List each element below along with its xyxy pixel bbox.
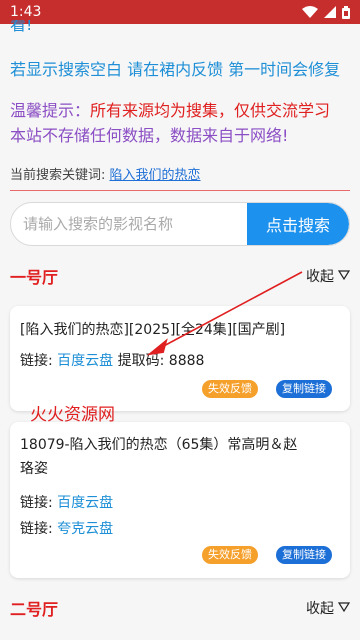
wifi-icon <box>302 6 318 18</box>
triangle-down-icon <box>337 600 351 616</box>
tip-line2: 本站不存储任何数据，数据来自于网络! <box>10 126 289 145</box>
status-time: 1:43 <box>10 4 42 20</box>
divider <box>10 190 350 191</box>
tip-red-text: 所有来源均为搜集，仅供交流学习 <box>90 101 331 120</box>
collapse-button[interactable]: 收起 <box>306 598 351 618</box>
result-card: [陷入我们的热恋][2025][全24集][国产剧] 链接: 百度云盘 提取码:… <box>10 306 350 411</box>
triangle-down-icon <box>337 268 351 284</box>
link-label: 链接: <box>20 521 58 537</box>
link-row: 链接: 百度云盘 提取码: 8888 <box>20 350 204 370</box>
link-label: 链接: <box>20 353 58 369</box>
collapse-label: 收起 <box>306 601 334 617</box>
link-label: 链接: <box>20 495 58 511</box>
tip-label: 温馨提示： <box>10 101 91 120</box>
keyword-line: 当前搜索关键词: 陷入我们的热恋 <box>10 164 201 183</box>
result-title-line2: 珞姿 <box>20 461 48 477</box>
copy-link-button[interactable]: 复制链接 <box>276 546 332 564</box>
hall-title: 一号厅 <box>10 268 59 287</box>
feedback-button[interactable]: 失效反馈 <box>202 546 258 564</box>
baidu-link[interactable]: 百度云盘 <box>57 495 113 511</box>
result-card: 18079-陷入我们的热恋（65集）常高明＆赵 珞姿 链接: 百度云盘 链接: … <box>10 422 350 578</box>
extract-code: 提取码: 8888 <box>113 353 205 369</box>
status-bar: 1:43 <box>0 0 360 24</box>
keyword-label: 当前搜索关键词: <box>10 168 110 183</box>
keyword-link[interactable]: 陷入我们的热恋 <box>110 168 201 183</box>
search-box: 点击搜索 <box>10 202 350 246</box>
collapse-label: 收起 <box>306 269 334 285</box>
hall-header-1: 一号厅 收起 <box>10 265 351 287</box>
collapse-button[interactable]: 收起 <box>306 266 351 286</box>
signal-icon <box>324 6 336 18</box>
notice-text: 若显示搜索空白 请在裙内反馈 第一时间会修复 <box>10 60 341 79</box>
link-row: 链接: 百度云盘 <box>20 492 113 512</box>
status-icons <box>302 5 350 19</box>
result-title: [陷入我们的热恋][2025][全24集][国产剧] <box>20 322 286 338</box>
link-row: 链接: 夸克云盘 <box>20 518 113 538</box>
hall-header-2: 二号厅 收起 <box>10 597 351 619</box>
quark-link[interactable]: 夸克云盘 <box>57 521 113 537</box>
copy-link-button[interactable]: 复制链接 <box>276 380 332 398</box>
baidu-link[interactable]: 百度云盘 <box>57 353 113 369</box>
battery-icon <box>342 5 350 19</box>
feedback-button[interactable]: 失效反馈 <box>202 380 258 398</box>
hall-title: 二号厅 <box>10 600 59 619</box>
search-button[interactable]: 点击搜索 <box>247 203 349 245</box>
result-title-line1: 18079-陷入我们的热恋（65集）常高明＆赵 <box>20 437 298 453</box>
search-input[interactable] <box>11 203 247 245</box>
partial-top-text: 看! <box>10 20 33 34</box>
tip-line1: 温馨提示：所有来源均为搜集，仅供交流学习 <box>10 97 330 121</box>
